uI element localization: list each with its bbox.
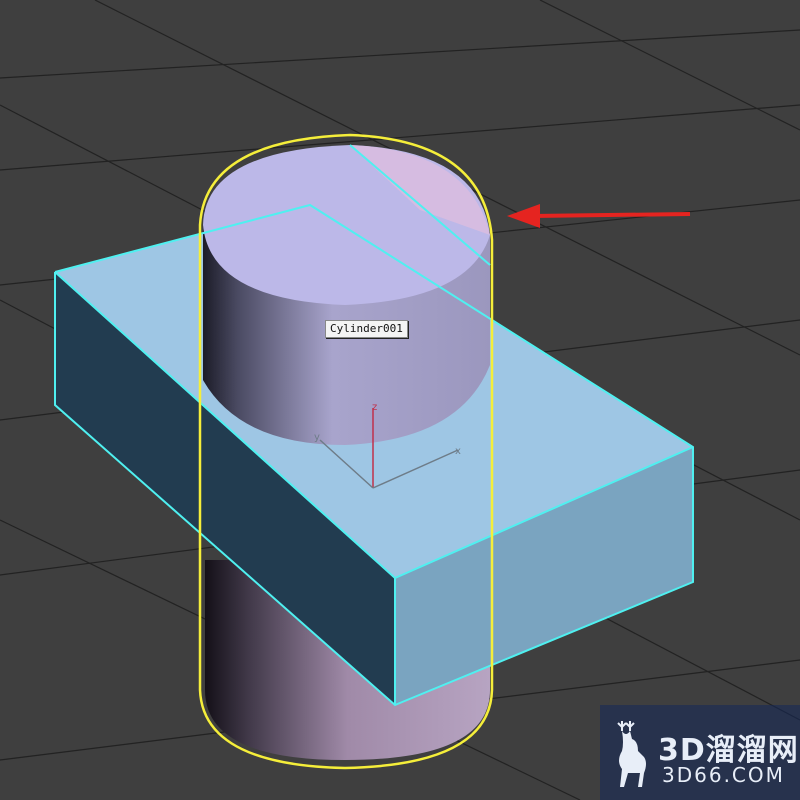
- gizmo-x-label: x: [455, 446, 461, 457]
- watermark-url-text: 3D66.COM: [662, 763, 785, 787]
- scene-canvas[interactable]: z x y: [0, 0, 800, 800]
- deer-logo-icon: [617, 721, 646, 787]
- watermark: 3D溜溜网 3D66.COM: [600, 705, 800, 800]
- red-arrow-icon: [507, 204, 691, 228]
- cylinder-object[interactable]: [203, 145, 490, 445]
- gizmo-z-label: z: [372, 402, 377, 413]
- object-name-tooltip: Cylinder001: [325, 320, 408, 338]
- cylinder-top: [203, 145, 490, 305]
- 3d-viewport[interactable]: z x y Cylinder001 3D溜溜网 3D66.COM: [0, 0, 800, 800]
- gizmo-y-label: y: [314, 432, 320, 443]
